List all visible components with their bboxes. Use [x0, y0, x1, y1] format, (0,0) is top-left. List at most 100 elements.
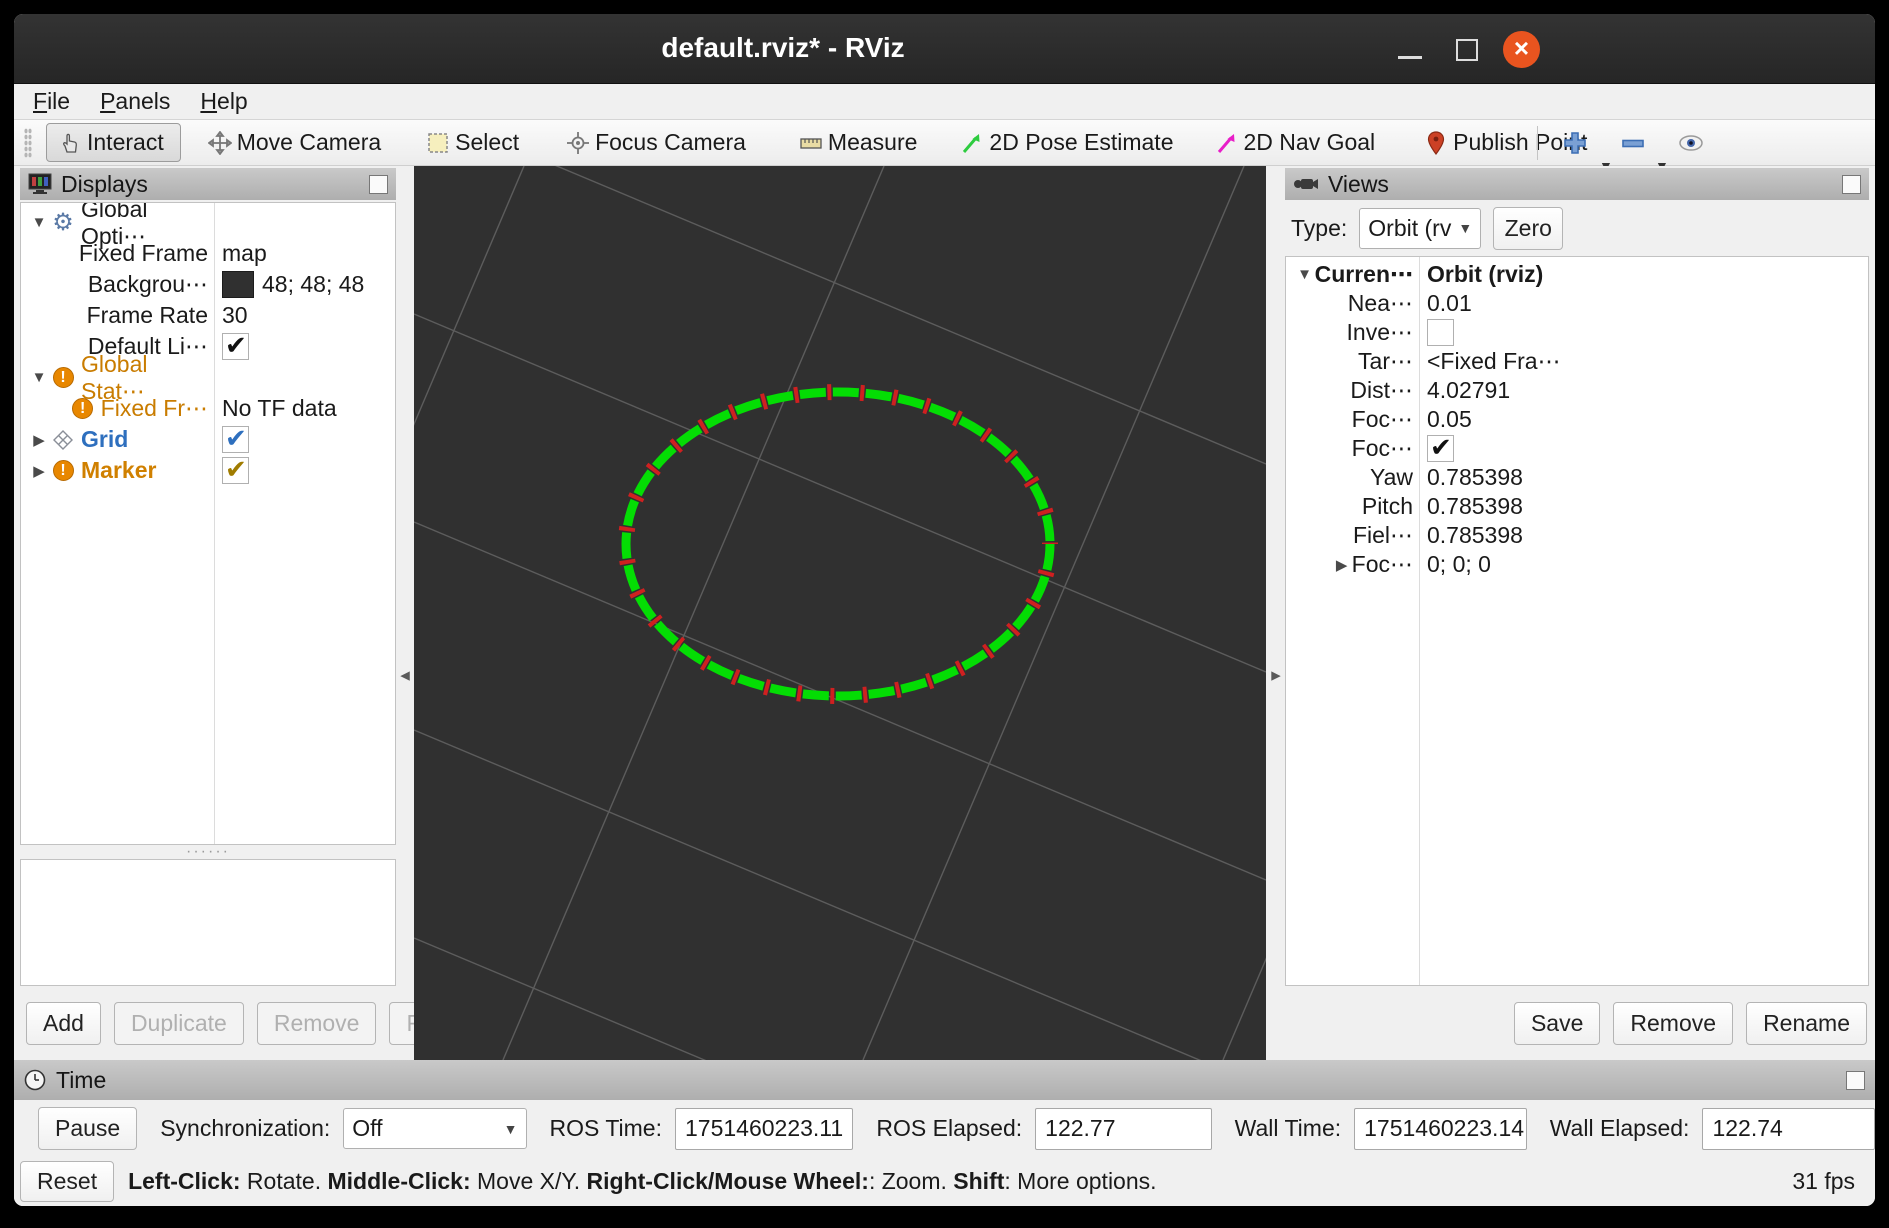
tool-move-camera[interactable]: Move Camera	[207, 129, 381, 156]
view-row-target-frame[interactable]: Tar⋯ <Fixed Fra⋯	[1286, 347, 1868, 376]
remove-tool-minus-icon[interactable]	[1618, 128, 1648, 158]
ros-elapsed-label: ROS Elapsed:	[876, 1115, 1022, 1142]
add-tool-plus-icon[interactable]	[1560, 128, 1590, 158]
ros-time-field[interactable]: 1751460223.11	[675, 1108, 853, 1150]
display-row-background-color[interactable]: Backgrou⋯ 48; 48; 48	[21, 269, 395, 300]
row-value[interactable]: map	[222, 240, 267, 267]
display-row-global-options[interactable]: ▼ ⚙ Global Opti⋯	[21, 207, 395, 238]
menu-panels[interactable]: Panels	[100, 88, 170, 115]
tool-2d-nav-goal[interactable]: 2D Nav Goal	[1214, 129, 1376, 156]
display-row-fixed-frame[interactable]: Fixed Frame map	[21, 238, 395, 269]
monitor-icon	[28, 173, 52, 195]
checkbox[interactable]	[1427, 435, 1454, 462]
pause-button[interactable]: Pause	[38, 1107, 137, 1150]
view-type-select[interactable]: Orbit (rviz) ▼	[1359, 208, 1481, 249]
ground-grid	[414, 166, 1266, 1060]
checkbox[interactable]	[1427, 319, 1454, 346]
view-row-pitch[interactable]: Pitch 0.785398	[1286, 492, 1868, 521]
views-panel-title: Views	[1328, 171, 1842, 198]
row-value[interactable]: 0.785398	[1427, 464, 1523, 491]
displays-panel-header[interactable]: Displays	[20, 168, 396, 200]
tool-interact[interactable]: Interact	[46, 123, 181, 162]
display-row-global-status[interactable]: ▼ Global Stat⋯	[21, 362, 395, 393]
row-value[interactable]: 0.785398	[1427, 493, 1523, 520]
toolbar-drag-handle[interactable]	[24, 128, 32, 158]
view-row-focal-point[interactable]: ▶ Foc⋯ 0; 0; 0	[1286, 550, 1868, 579]
view-row-invert-z[interactable]: Inve⋯	[1286, 318, 1868, 347]
menu-file[interactable]: File	[33, 88, 70, 115]
row-label: Frame Rate	[87, 302, 208, 329]
view-row-distance[interactable]: Dist⋯ 4.02791	[1286, 376, 1868, 405]
row-value[interactable]: 0.01	[1427, 290, 1472, 317]
panel-float-button[interactable]	[1842, 175, 1861, 194]
expander-closed-icon[interactable]: ▶	[29, 431, 49, 449]
fps-counter: 31 fps	[1792, 1168, 1855, 1195]
rename-view-button[interactable]: Rename	[1746, 1002, 1867, 1045]
selection-box-icon	[425, 130, 451, 156]
row-value[interactable]: 0; 0; 0	[1427, 551, 1491, 578]
panel-float-button[interactable]	[1846, 1071, 1865, 1090]
save-view-button[interactable]: Save	[1514, 1002, 1600, 1045]
row-value[interactable]: 0.785398	[1427, 522, 1523, 549]
display-row-default-light[interactable]: Default Li⋯	[21, 331, 395, 362]
remove-button[interactable]: Remove	[257, 1002, 377, 1045]
ros-elapsed-field[interactable]: 122.77	[1035, 1108, 1211, 1150]
expander-closed-icon[interactable]: ▶	[29, 462, 49, 480]
row-value[interactable]: 0.05	[1427, 406, 1472, 433]
expander-open-icon[interactable]: ▼	[1295, 266, 1315, 283]
time-panel-header[interactable]: Time	[14, 1060, 1875, 1100]
expander-open-icon[interactable]: ▼	[29, 214, 49, 231]
add-button[interactable]: Add	[26, 1002, 101, 1045]
display-row-frame-rate[interactable]: Frame Rate 30	[21, 300, 395, 331]
zero-button[interactable]: Zero	[1493, 207, 1563, 250]
view-row-focal-shape-size[interactable]: Foc⋯ 0.05	[1286, 405, 1868, 434]
tool-label: Measure	[828, 129, 917, 156]
panel-float-button[interactable]	[369, 175, 388, 194]
row-value[interactable]: 30	[222, 302, 248, 329]
checkbox[interactable]	[222, 333, 249, 360]
wall-elapsed-label: Wall Elapsed:	[1550, 1115, 1690, 1142]
display-row-fixed-frame-status[interactable]: Fixed Fr⋯ No TF data	[21, 393, 395, 424]
row-value[interactable]: 48; 48; 48	[262, 271, 364, 298]
viewport-3d[interactable]	[414, 166, 1266, 1060]
view-row-current-view[interactable]: ▼ Curren⋯ Orbit (rviz)	[1286, 260, 1868, 289]
warning-icon	[53, 367, 74, 388]
color-swatch[interactable]	[222, 271, 254, 298]
display-row-grid[interactable]: ▶ Grid	[21, 424, 395, 455]
visibility-eye-icon[interactable]	[1676, 128, 1706, 158]
collapse-right-handle[interactable]: ▸	[1266, 664, 1286, 687]
display-row-marker[interactable]: ▶ Marker	[21, 455, 395, 486]
remove-view-button[interactable]: Remove	[1613, 1002, 1733, 1045]
view-row-focal-shape-fixed[interactable]: Foc⋯	[1286, 434, 1868, 463]
sync-select[interactable]: Off ▼	[343, 1108, 526, 1149]
expander-open-icon[interactable]: ▼	[29, 369, 49, 386]
checkbox[interactable]	[222, 457, 249, 484]
collapse-left-handle[interactable]: ◂	[395, 664, 415, 687]
status-bar: Reset Left-Click: Rotate. Middle-Click: …	[14, 1157, 1875, 1206]
maximize-icon[interactable]	[1456, 39, 1478, 61]
checkbox[interactable]	[222, 426, 249, 453]
wall-elapsed-field[interactable]: 122.74	[1702, 1108, 1875, 1150]
view-row-field-of-view[interactable]: Fiel⋯ 0.785398	[1286, 521, 1868, 550]
row-value[interactable]: <Fixed Fra⋯	[1427, 348, 1561, 375]
views-panel-header[interactable]: Views	[1285, 168, 1869, 200]
tool-select[interactable]: Select	[425, 129, 519, 156]
time-panel-body: Pause Synchronization: Off ▼ ROS Time: 1…	[14, 1100, 1875, 1157]
tool-2d-pose-estimate[interactable]: 2D Pose Estimate	[959, 129, 1173, 156]
panel-splitter[interactable]	[20, 847, 396, 857]
wall-time-field[interactable]: 1751460223.14	[1354, 1108, 1527, 1150]
tool-label: 2D Nav Goal	[1244, 129, 1376, 156]
close-icon[interactable]: ×	[1503, 31, 1540, 68]
tool-measure[interactable]: Measure	[798, 129, 917, 156]
row-value[interactable]: 4.02791	[1427, 377, 1510, 404]
view-row-yaw[interactable]: Yaw 0.785398	[1286, 463, 1868, 492]
reset-button[interactable]: Reset	[20, 1161, 114, 1202]
minimize-icon[interactable]	[1398, 56, 1422, 59]
magenta-arrow-icon	[1214, 130, 1240, 156]
view-row-near-clip[interactable]: Nea⋯ 0.01	[1286, 289, 1868, 318]
menu-help[interactable]: Help	[200, 88, 247, 115]
expander-closed-icon[interactable]: ▶	[1332, 556, 1352, 574]
duplicate-button[interactable]: Duplicate	[114, 1002, 244, 1045]
measure-ruler-icon	[798, 130, 824, 156]
tool-focus-camera[interactable]: Focus Camera	[565, 129, 746, 156]
